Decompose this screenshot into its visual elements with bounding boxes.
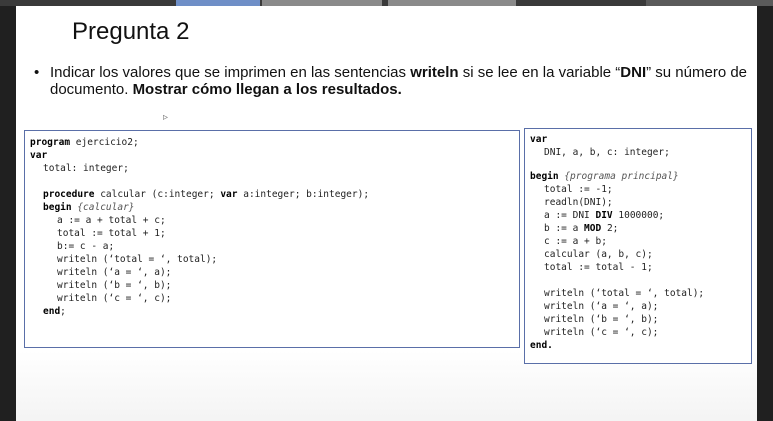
code-line: procedure calcular (c:integer; var a:int… — [43, 188, 369, 201]
code-line: writeln (‘c = ‘, c); — [57, 293, 172, 304]
main-program-code-box: var DNI, a, b, c: integer; begin {progra… — [524, 128, 752, 364]
code-text: 1000000; — [612, 210, 665, 221]
code-line: var — [530, 133, 547, 146]
code-comment: {programa principal} — [558, 171, 679, 182]
presentation-slide: Pregunta 2 • Indicar los valores que se … — [16, 6, 757, 421]
code-comment: {calcular} — [71, 202, 135, 213]
code-line: writeln (‘c = ‘, c); — [544, 327, 659, 338]
keyword-var: var — [30, 150, 48, 161]
code-line: program ejercicio2; — [30, 136, 139, 149]
keyword-procedure: procedure — [43, 189, 95, 200]
code-line: total: integer; — [43, 163, 129, 174]
instruction-keyword: writeln — [410, 64, 459, 81]
instruction-intro: Indicar los valores que se imprimen en l… — [50, 64, 411, 81]
program-name: ejercicio2; — [70, 137, 139, 148]
code-line: writeln (‘total = ‘, total); — [57, 254, 218, 265]
code-line: end. — [530, 339, 553, 352]
bullet-marker: • — [34, 64, 40, 81]
mouse-cursor-icon: ▹ — [163, 112, 169, 123]
code-line: readln(DNI); — [544, 197, 613, 208]
code-line: writeln (‘a = ‘, a); — [544, 301, 659, 312]
instruction-emphasis: Mostrar cómo llegan a los resultados. — [132, 81, 402, 98]
keyword-program: program — [30, 137, 71, 148]
keyword-var: var — [220, 189, 238, 200]
code-text: b := a — [544, 223, 585, 234]
code-line: writeln (‘a = ‘, a); — [57, 267, 172, 278]
code-line: writeln (‘total = ‘, total); — [544, 288, 705, 299]
code-line: begin {programa principal} — [530, 170, 679, 183]
keyword-mod: MOD — [584, 223, 602, 234]
code-text: 2; — [601, 223, 619, 234]
code-line: writeln (‘b = ‘, b); — [57, 280, 172, 291]
code-line: calcular (a, b, c); — [544, 249, 653, 260]
code-punct: . — [547, 340, 553, 351]
code-text: a := DNI — [544, 210, 596, 221]
code-line: a := a + total + c; — [57, 215, 166, 226]
code-line: var — [30, 149, 47, 162]
code-line: total := -1; — [544, 184, 613, 195]
code-line: end; — [43, 305, 66, 318]
keyword-begin: begin — [43, 202, 72, 213]
code-line: total := total - 1; — [544, 262, 653, 273]
instruction-middle: si se lee en la variable “ — [458, 64, 621, 81]
code-line: c := a + b; — [544, 236, 607, 247]
instruction-variable: DNI — [620, 64, 647, 81]
slide-title: Pregunta 2 — [72, 18, 190, 45]
code-line: total := total + 1; — [57, 228, 166, 239]
code-line: writeln (‘b = ‘, b); — [544, 314, 659, 325]
procedure-signature: calcular (c:integer; — [94, 189, 221, 200]
keyword-end: end — [43, 306, 61, 317]
keyword-end: end — [530, 340, 548, 351]
code-line: begin {calcular} — [43, 201, 135, 214]
instruction-text: Indicar los valores que se imprimen en l… — [50, 64, 750, 98]
procedure-signature: a:integer; b:integer); — [237, 189, 370, 200]
code-line: b := a MOD 2; — [544, 222, 618, 235]
code-line: a := DNI DIV 1000000; — [544, 209, 664, 222]
code-punct: ; — [60, 306, 66, 317]
code-line: b:= c - a; — [57, 241, 115, 252]
code-line: DNI, a, b, c: integer; — [544, 147, 670, 158]
keyword-div: DIV — [595, 210, 613, 221]
keyword-begin: begin — [530, 171, 559, 182]
procedure-code-box: program ejercicio2; var total: integer; … — [24, 130, 520, 348]
keyword-var: var — [530, 134, 548, 145]
